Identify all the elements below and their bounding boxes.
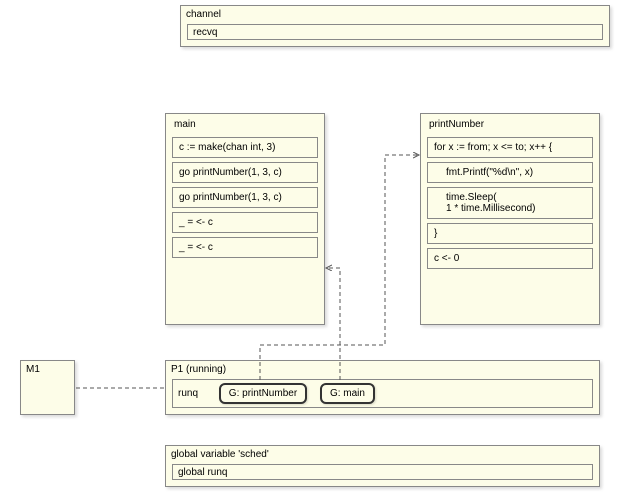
- sched-box: global variable 'sched' global runq: [165, 445, 600, 487]
- main-title: main: [166, 114, 324, 133]
- printnumber-row-0: for x := from; x <= to; x++ {: [427, 137, 593, 158]
- printnumber-row-1: fmt.Printf("%d\n", x): [427, 162, 593, 183]
- channel-box: channel recvq: [180, 5, 610, 47]
- sched-title: global variable 'sched': [166, 446, 599, 462]
- p1-g-printnumber: G: printNumber: [219, 383, 307, 404]
- main-row-3: _ = <- c: [172, 212, 318, 233]
- printnumber-box: printNumber for x := from; x <= to; x++ …: [420, 113, 600, 325]
- p1-box: P1 (running) runq G: printNumber G: main: [165, 360, 600, 415]
- printnumber-row-3: }: [427, 223, 593, 244]
- printnumber-title: printNumber: [421, 114, 599, 133]
- main-row-0: c := make(chan int, 3): [172, 137, 318, 158]
- channel-title: channel: [181, 6, 609, 22]
- printnumber-row-4: c <- 0: [427, 248, 593, 269]
- sched-runq: global runq: [172, 464, 593, 480]
- p1-runq-label: runq: [178, 388, 198, 399]
- m1-box: M1: [20, 360, 75, 415]
- main-row-1: go printNumber(1, 3, c): [172, 162, 318, 183]
- main-row-2: go printNumber(1, 3, c): [172, 187, 318, 208]
- channel-recvq: recvq: [187, 24, 603, 40]
- printnumber-row-2: time.Sleep( 1 * time.Millisecond): [427, 187, 593, 219]
- p1-title: P1 (running): [166, 361, 599, 377]
- main-box: main c := make(chan int, 3) go printNumb…: [165, 113, 325, 325]
- p1-runq-box: runq G: printNumber G: main: [172, 379, 593, 408]
- m1-title: M1: [21, 361, 74, 377]
- main-row-4: _ = <- c: [172, 237, 318, 258]
- p1-g-main: G: main: [320, 383, 375, 404]
